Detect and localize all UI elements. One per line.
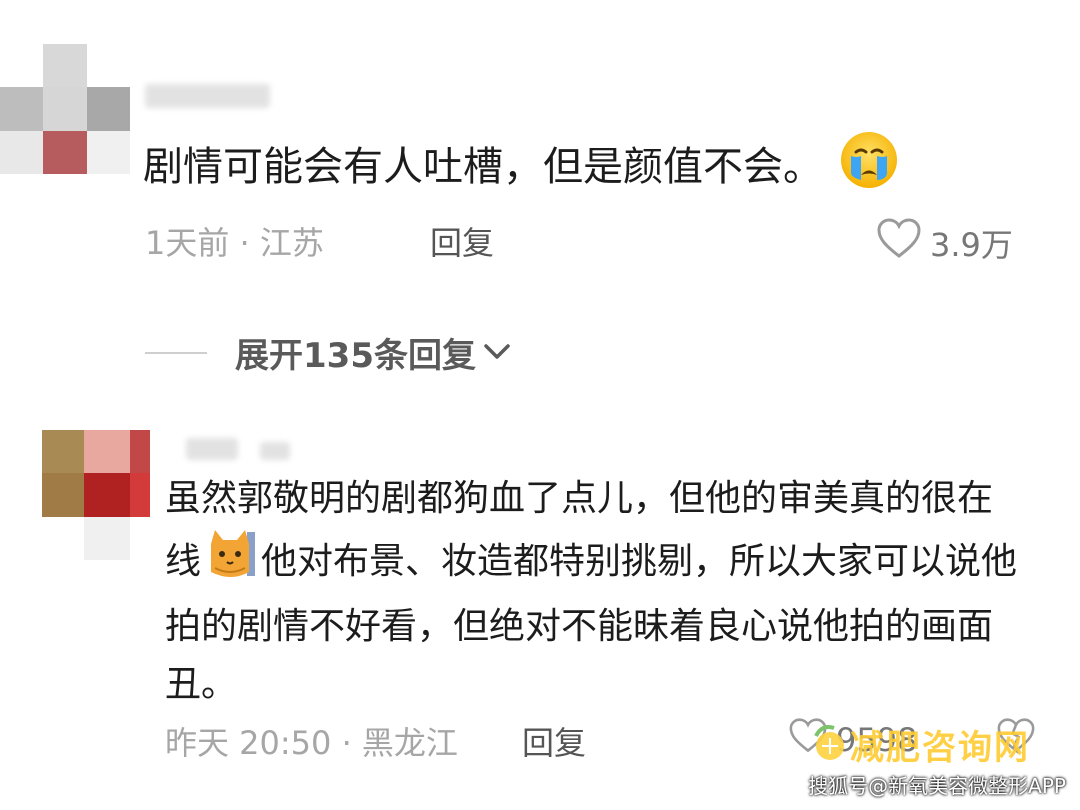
reply-button[interactable]: 回复 <box>430 218 494 264</box>
crying-face-icon <box>837 128 901 210</box>
comment-text: 虽然郭敬明的剧都狗血了点儿，但他的审美真的很在线 他对布景、妆造都特别挑剔，所以… <box>165 470 1025 714</box>
comment-text-part-2: 他对布景、妆造都特别挑剔，所以大家可以说他拍的剧情不好看，但绝对不能昧着良心说他… <box>165 541 1018 705</box>
cat-face-icon <box>207 528 256 598</box>
chevron-down-icon <box>482 339 512 367</box>
username-blurred-part <box>260 442 290 460</box>
comment-text: 剧情可能会有人吐槽，但是颜值不会。 <box>143 128 901 210</box>
like-button[interactable]: 3.9万 <box>876 218 1013 268</box>
watermark: 减肥咨询网 搜狐号@新氧美容微整形APP <box>808 720 1070 810</box>
comment-text-content: 剧情可能会有人吐槽，但是颜值不会。 <box>143 144 823 190</box>
username-blurred[interactable] <box>186 438 238 460</box>
heart-icon <box>876 218 922 268</box>
watermark-subtitle: 搜狐号@新氧美容微整形APP <box>808 774 1066 798</box>
expand-replies-label: 展开135条回复 <box>235 336 476 376</box>
time-location: 昨天 20:50 · 黑龙江 <box>165 724 458 762</box>
reply-button[interactable]: 回复 <box>522 718 586 764</box>
expand-replies-button[interactable]: 展开135条回复 <box>145 328 512 377</box>
watermark-title: 减肥咨询网 <box>850 728 1030 768</box>
time-location: 1天前 · 江苏 <box>145 224 324 262</box>
divider <box>145 351 207 354</box>
avatar[interactable] <box>0 44 130 174</box>
username-blurred[interactable] <box>145 84 270 108</box>
avatar[interactable] <box>42 430 150 560</box>
like-count: 3.9万 <box>930 226 1013 264</box>
watermark-logo-icon <box>810 722 848 766</box>
